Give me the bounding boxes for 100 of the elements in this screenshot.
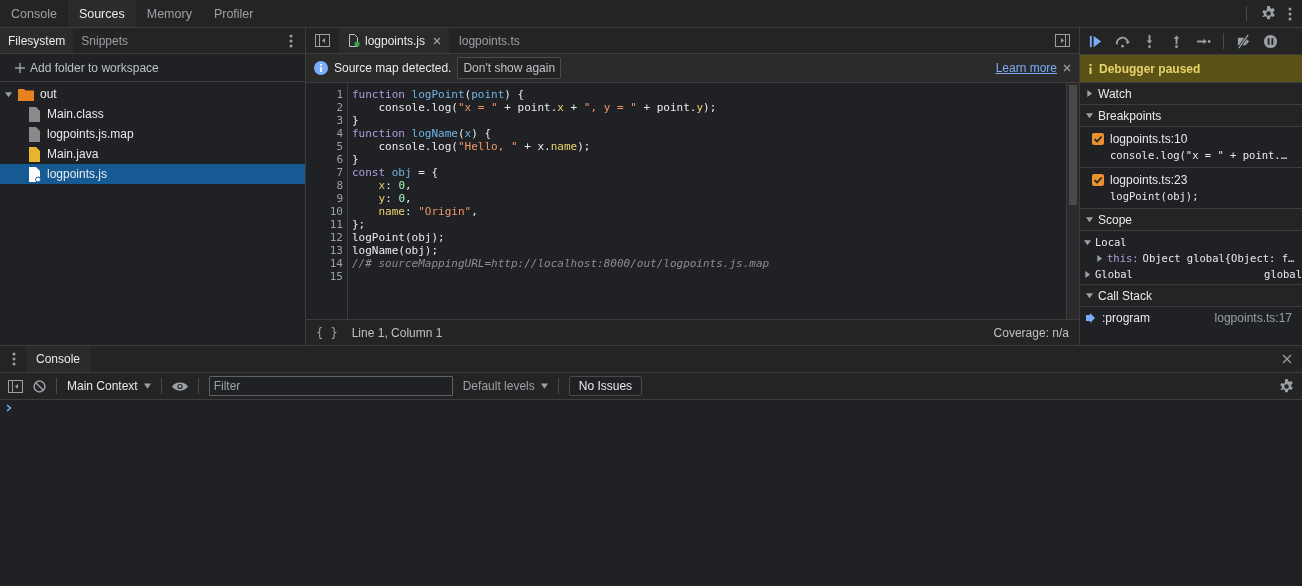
code-line: logPoint(obj); — [352, 231, 445, 244]
coverage-status: Coverage: n/a — [993, 325, 1069, 340]
line-number: 3 — [336, 114, 343, 127]
file-icon — [29, 126, 41, 142]
settings-icon[interactable] — [1279, 378, 1294, 394]
console-sidebar-icon[interactable] — [8, 379, 23, 393]
navigator-tab[interactable]: Filesystem — [0, 28, 74, 53]
eye-icon[interactable] — [171, 380, 188, 392]
disclosure-triangle-icon[interactable] — [1086, 112, 1093, 119]
line-number: 8 — [336, 179, 343, 192]
file-icon — [29, 106, 41, 122]
line-number: 9 — [336, 192, 343, 205]
line-number: 10 — [329, 205, 343, 218]
panel-tab[interactable]: Console — [0, 0, 68, 27]
code-line: }; — [352, 218, 366, 231]
file-tab[interactable]: logpoints.js — [339, 28, 450, 53]
line-number: 6 — [336, 153, 343, 166]
navigator-tab[interactable]: Snippets — [73, 28, 137, 53]
checkbox[interactable] — [1092, 174, 1104, 186]
more-icon[interactable] — [1288, 6, 1292, 21]
tree-item[interactable]: logpoints.js.map — [0, 124, 305, 144]
tree-item[interactable]: Main.java — [0, 144, 305, 164]
close-icon[interactable] — [1063, 64, 1071, 72]
tree-item[interactable]: out — [0, 84, 305, 104]
frame-location: logpoints.ts:17 — [1214, 311, 1293, 325]
info-icon — [1089, 63, 1092, 74]
pretty-print-button[interactable]: { } — [316, 325, 338, 340]
line-number: 4 — [336, 127, 343, 140]
prompt-icon — [6, 404, 12, 412]
filter-field[interactable]: Filter — [208, 376, 453, 396]
file-tab[interactable]: logpoints.ts — [449, 28, 528, 53]
learn-more-link[interactable]: Learn more — [995, 61, 1057, 75]
line-number: 15 — [329, 270, 343, 283]
disclosure-triangle-icon[interactable] — [1084, 270, 1091, 278]
checkbox[interactable] — [1092, 133, 1104, 145]
breakpoint-location: logpoints.ts:23 — [1110, 173, 1188, 187]
breakpoint-code: logPoint(obj); — [1110, 190, 1199, 202]
resume-icon[interactable] — [1088, 33, 1103, 49]
file-icon — [29, 146, 41, 162]
add-folder-button[interactable]: Add folder to workspace — [0, 54, 305, 82]
code-line: //# sourceMappingURL=http://localhost:8000/out/logpoints.js.map — [352, 257, 770, 270]
file-badge-icon — [29, 166, 41, 182]
file-badge-icon — [349, 34, 360, 47]
section-header[interactable]: Breakpoints — [1080, 105, 1302, 127]
caret-icon — [540, 383, 548, 389]
pause-icon[interactable] — [1263, 33, 1278, 49]
breakpoint-code: console.log("x = " + point.… — [1110, 149, 1287, 161]
infobar-message: Source map detected. — [334, 61, 452, 75]
scope-value: Object global{Object: f… — [1142, 252, 1295, 264]
code-line: console.log("Hello, " + x.name); — [377, 140, 591, 153]
scope-name: Local — [1095, 236, 1127, 248]
code-line: x: 0, — [377, 179, 412, 192]
panel-tab[interactable]: Memory — [135, 0, 203, 27]
plus-icon — [15, 62, 25, 73]
scope-name: this: — [1107, 252, 1139, 264]
tree-item[interactable]: Main.class — [0, 104, 305, 124]
call-frame[interactable]: :program logpoints.ts:17 — [1080, 307, 1302, 329]
line-number: 7 — [336, 166, 343, 179]
sidebar-toggle-icon[interactable] — [1055, 34, 1070, 47]
folder-icon — [18, 87, 34, 101]
disclosure-triangle-icon[interactable] — [1086, 292, 1093, 299]
frame-name: :program — [1102, 311, 1151, 325]
section-header[interactable]: Call Stack — [1080, 285, 1302, 307]
levels-dropdown[interactable]: Default levels — [462, 379, 548, 393]
line-number: 13 — [329, 244, 343, 257]
sidebar-toggle-icon[interactable] — [315, 34, 330, 47]
close-icon[interactable] — [433, 36, 442, 45]
section-header[interactable]: Watch — [1080, 83, 1302, 105]
line-number: 11 — [329, 218, 343, 231]
drawer-tab[interactable]: Console — [26, 346, 91, 372]
section-header[interactable]: Scope — [1080, 209, 1302, 231]
disclosure-triangle-icon[interactable] — [1084, 238, 1091, 246]
panel-tab[interactable]: Sources — [67, 0, 136, 27]
deactivate-breakpoints-icon[interactable] — [1236, 33, 1251, 49]
cursor-position: Line 1, Column 1 — [351, 325, 443, 340]
panel-tab[interactable]: Profiler — [202, 0, 265, 27]
tree-item[interactable]: logpoints.js — [0, 164, 305, 184]
disclosure-triangle-icon[interactable] — [1096, 254, 1103, 262]
more-icon[interactable] — [289, 33, 293, 48]
scope-name: Global — [1095, 268, 1133, 280]
issues-button[interactable]: No Issues — [568, 376, 643, 396]
scrollbar-thumb[interactable] — [1069, 85, 1077, 205]
code-line: } — [352, 153, 359, 166]
context-dropdown[interactable]: Main Context — [67, 379, 151, 393]
more-icon[interactable] — [12, 352, 16, 366]
caret-icon — [143, 383, 151, 389]
line-number: 1 — [336, 88, 343, 101]
line-number: 5 — [336, 140, 343, 153]
close-icon[interactable] — [1282, 354, 1292, 364]
dismiss-button[interactable]: Don't show again — [457, 57, 562, 79]
code-line: } — [352, 114, 359, 127]
disclosure-triangle-icon[interactable] — [1086, 90, 1093, 97]
code-line: logName(obj); — [352, 244, 439, 257]
settings-icon[interactable] — [1261, 6, 1276, 21]
code-line: const obj = { — [352, 166, 439, 179]
info-icon — [314, 61, 328, 75]
disclosure-triangle-icon[interactable] — [5, 90, 12, 98]
line-number: 14 — [329, 257, 343, 270]
clear-console-icon[interactable] — [33, 379, 46, 393]
disclosure-triangle-icon[interactable] — [1086, 216, 1093, 223]
